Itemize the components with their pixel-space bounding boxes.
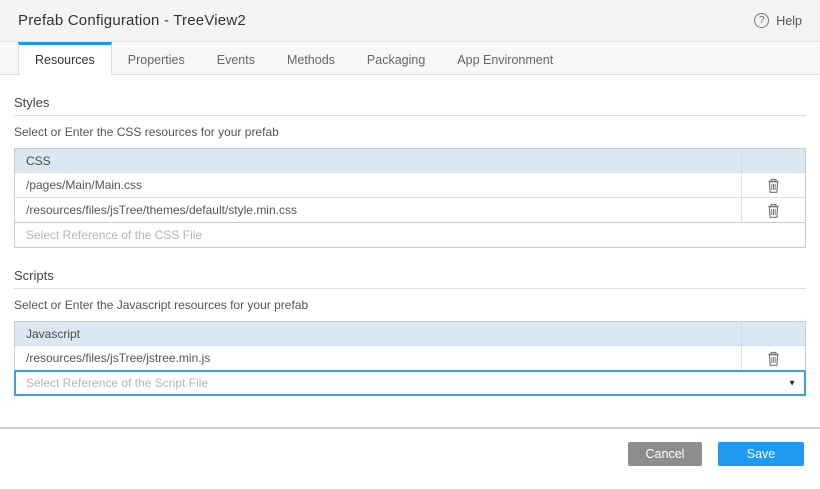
styles-subtitle: Select or Enter the CSS resources for yo… [14, 125, 279, 139]
css-add-row [15, 222, 805, 247]
css-table-header: CSS [15, 149, 805, 172]
save-button[interactable]: Save [718, 442, 804, 466]
prefab-configuration-dialog: Prefab Configuration - TreeView2 ? Help … [0, 0, 820, 489]
css-resource-value: /pages/Main/Main.css [26, 178, 143, 192]
dialog-header: Prefab Configuration - TreeView2 ? Help [0, 0, 820, 42]
footer-actions: Cancel Save [0, 429, 820, 489]
css-reference-input[interactable] [15, 223, 805, 247]
tab-label: Methods [286, 52, 335, 67]
tab-properties[interactable]: Properties [112, 42, 201, 74]
script-add-row: ▼ [14, 370, 806, 396]
tab-label: Resources [35, 53, 95, 67]
script-resources-table: Javascript /resources/files/jsTree/jstre… [14, 321, 806, 396]
table-row: /resources/files/jsTree/jstree.min.js [15, 345, 805, 370]
css-resources-table: CSS /pages/Main/Main.css /resources/file… [14, 148, 806, 248]
cancel-button[interactable]: Cancel [628, 442, 702, 466]
table-row: /resources/files/jsTree/themes/default/s… [15, 197, 805, 222]
tab-label: Properties [127, 52, 185, 67]
page-title: Prefab Configuration - TreeView2 [18, 12, 246, 29]
actions-column-header [741, 322, 805, 345]
styles-heading: Styles [14, 95, 806, 116]
tab-bar: Resources Properties Events Methods Pack… [0, 42, 820, 75]
delete-css-resource-button[interactable] [741, 173, 805, 197]
delete-script-resource-button[interactable] [741, 346, 805, 370]
trash-icon [766, 202, 781, 219]
delete-css-resource-button[interactable] [741, 198, 805, 222]
trash-icon [766, 350, 781, 367]
javascript-column-header: Javascript [26, 326, 81, 341]
tab-label: Packaging [366, 52, 426, 67]
question-circle-icon: ? [754, 13, 770, 28]
table-row: /pages/Main/Main.css [15, 172, 805, 197]
resources-panel: Styles Select or Enter the CSS resources… [0, 75, 820, 427]
script-table-header: Javascript [15, 322, 805, 345]
script-reference-input[interactable] [14, 370, 806, 396]
help-label: Help [776, 13, 802, 28]
css-resource-value: /resources/files/jsTree/themes/default/s… [26, 203, 297, 217]
scripts-heading: Scripts [14, 268, 806, 289]
tab-label: Events [216, 52, 255, 67]
help-button[interactable]: ? Help [754, 13, 802, 28]
css-column-header: CSS [26, 153, 51, 168]
tab-app-environment[interactable]: App Environment [441, 42, 569, 74]
trash-icon [766, 177, 781, 194]
scripts-section: Scripts Select or Enter the Javascript r… [14, 268, 806, 396]
actions-column-header [741, 149, 805, 172]
tab-label: App Environment [457, 52, 554, 67]
tab-methods[interactable]: Methods [271, 42, 351, 74]
script-resource-value: /resources/files/jsTree/jstree.min.js [26, 351, 211, 365]
tab-resources[interactable]: Resources [18, 42, 112, 75]
tab-events[interactable]: Events [201, 42, 271, 74]
scripts-subtitle: Select or Enter the Javascript resources… [14, 298, 309, 312]
styles-section: Styles Select or Enter the CSS resources… [14, 95, 806, 248]
tab-packaging[interactable]: Packaging [351, 42, 441, 74]
